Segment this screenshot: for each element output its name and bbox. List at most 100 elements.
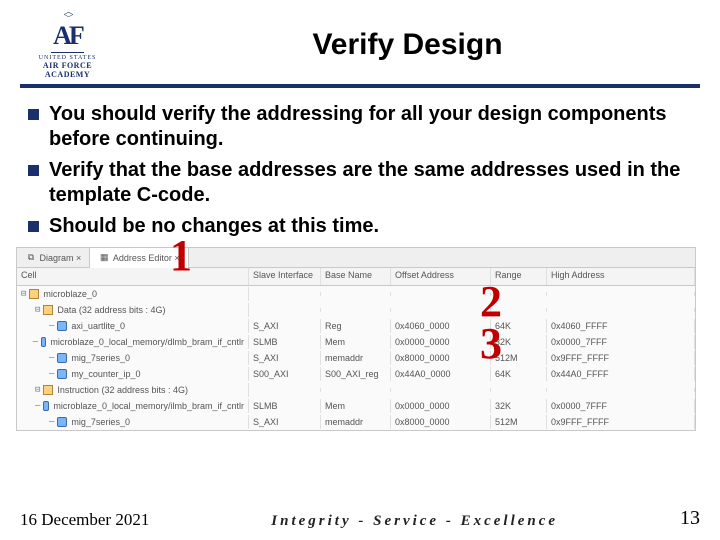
cell-name: microblaze_0 [43,289,97,299]
bullet-text: Verify that the base addresses are the s… [49,158,694,208]
page-title: Verify Design [115,28,700,62]
col-offset: Offset Address [391,268,491,285]
footer-motto: Integrity - Service - Excellence [149,513,680,530]
bullet-text: You should verify the addressing for all… [49,102,694,152]
af-academy-logo: < > AF UNITED STATES AIR FORCE ACADEMY [20,10,115,80]
cell-slave: S_AXI [249,319,321,333]
tree-twisty-icon[interactable]: — [35,401,40,411]
table-row[interactable]: — mig_7series_0 S_AXImemaddr0x8000_0000512… [17,414,695,430]
cell-slave: SLMB [249,399,321,413]
cell-high: 0x4060_FFFF [547,319,695,333]
cell-name: my_counter_ip_0 [71,369,140,379]
bus-icon [41,337,46,347]
cell-high [547,292,695,296]
col-base: Base Name [321,268,391,285]
tree-twisty-icon[interactable]: ⊟ [21,289,26,299]
cell-high: 0x9FFF_FFFF [547,351,695,365]
cell-offset: 0x4060_0000 [391,319,491,333]
cell-slave: S_AXI [249,415,321,429]
bullet-icon [28,109,39,120]
tab-diagram[interactable]: ⧉ Diagram × [17,248,90,268]
table-row[interactable]: ⊟ Instruction (32 address bits : 4G) [17,382,695,398]
cell-base: Mem [321,399,391,413]
col-high: High Address [547,268,695,285]
cell-base: memaddr [321,415,391,429]
cell-offset: 0x8000_0000 [391,415,491,429]
bullet-text: Should be no changes at this time. [49,214,379,239]
tree-twisty-icon[interactable]: — [49,353,54,363]
cell-base: Reg [321,319,391,333]
cell-high: 0x44A0_FFFF [547,367,695,381]
cell-range: 64K [491,367,547,381]
cell-base: S00_AXI_reg [321,367,391,381]
cell-base: memaddr [321,351,391,365]
cell-high: 0x0000_7FFF [547,399,695,413]
bus-icon [43,401,49,411]
address-icon: ▦ [98,252,110,263]
cell-offset [391,308,491,312]
footer-date: 16 December 2021 [20,510,149,530]
table-row[interactable]: — microblaze_0_local_memory/dlmb_bram_if_… [17,334,695,350]
bullet-list: You should verify the addressing for all… [20,102,700,239]
cell-name: mig_7series_0 [71,353,130,363]
tree-twisty-icon[interactable]: ⊟ [35,305,40,315]
cell-offset: 0x0000_0000 [391,335,491,349]
bus-icon [57,417,67,427]
tree-twisty-icon[interactable]: — [49,321,54,331]
bus-icon [57,369,67,379]
cell-name: Instruction (32 address bits : 4G) [57,385,188,395]
annotation-2: 2 [480,280,502,324]
cell-base [321,292,391,296]
cell-name: mig_7series_0 [71,417,130,427]
bus-icon [57,353,67,363]
annotation-1: 1 [170,234,192,278]
table-row[interactable]: ⊟ microblaze_0 [17,286,695,302]
cell-name: microblaze_0_local_memory/dlmb_bram_if_c… [50,337,244,347]
cell-slave: S00_AXI [249,367,321,381]
tree-twisty-icon[interactable]: ⊟ [35,385,40,395]
cell-slave [249,292,321,296]
cell-high: 0x9FFF_FFFF [547,415,695,429]
chip-icon [43,385,53,395]
chip-icon [29,289,39,299]
cell-name: Data (32 address bits : 4G) [57,305,165,315]
cell-slave: S_AXI [249,351,321,365]
col-slave: Slave Interface [249,268,321,285]
table-row[interactable]: —my_counter_ip_0S00_AXIS00_AXI_reg0x44A0… [17,366,695,382]
cell-range: 512M [491,415,547,429]
cell-offset: 0x0000_0000 [391,399,491,413]
cell-base: Mem [321,335,391,349]
col-cell: Cell [17,268,249,285]
table-row[interactable]: —mig_7series_0S_AXImemaddr0x8000_0000512… [17,350,695,366]
address-editor-panel: ⧉ Diagram × ▦ Address Editor × Cell Slav… [16,247,696,431]
cell-slave: SLMB [249,335,321,349]
cell-range: 32K [491,399,547,413]
tree-twisty-icon[interactable]: — [33,337,38,347]
tree-twisty-icon[interactable]: — [49,417,54,427]
cell-base [321,308,391,312]
cell-offset: 0x44A0_0000 [391,367,491,381]
annotation-3: 3 [480,322,502,366]
cell-high: 0x0000_7FFF [547,335,695,349]
diagram-icon: ⧉ [25,252,37,263]
cell-offset [391,388,491,392]
tree-twisty-icon[interactable]: — [49,369,54,379]
cell-base [321,388,391,392]
header-rule [20,84,700,88]
cell-name: microblaze_0_local_memory/ilmb_bram_if_c… [53,401,244,411]
cell-slave [249,388,321,392]
table-row[interactable]: — microblaze_0_local_memory/ilmb_bram_if_… [17,398,695,414]
table-row[interactable]: —axi_uartlite_0S_AXIReg0x4060_000064K0x4… [17,318,695,334]
cell-high [547,308,695,312]
cell-range [491,388,547,392]
bullet-icon [28,165,39,176]
cell-offset [391,292,491,296]
table-header: Cell Slave Interface Base Name Offset Ad… [17,268,695,286]
cell-slave [249,308,321,312]
table-row[interactable]: ⊟ Data (32 address bits : 4G) [17,302,695,318]
bus-icon [57,321,67,331]
cell-high [547,388,695,392]
footer-page-number: 13 [680,507,700,530]
cell-offset: 0x8000_0000 [391,351,491,365]
cell-name: axi_uartlite_0 [71,321,125,331]
